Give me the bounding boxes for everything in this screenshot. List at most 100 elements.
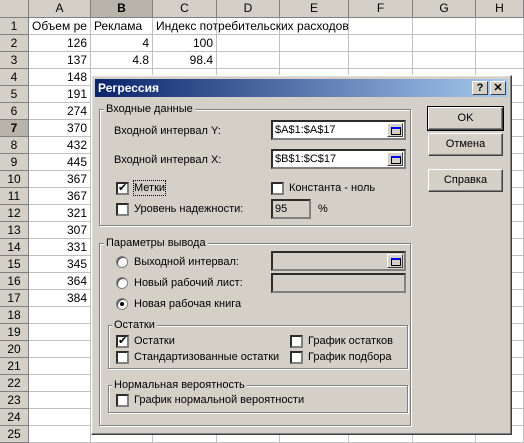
cell[interactable] [413, 52, 476, 69]
column-header-h[interactable]: H [476, 0, 524, 18]
dialog-titlebar[interactable]: Регрессия ? ✕ [95, 79, 508, 97]
fit-plot-checkbox[interactable] [290, 351, 303, 364]
help-button[interactable]: Справка [428, 169, 503, 192]
output-range-label[interactable]: Выходной интервал: [134, 255, 239, 269]
input-x-collapse-icon[interactable] [387, 152, 403, 166]
std-residuals-checkbox[interactable] [116, 351, 129, 364]
row-header[interactable]: 17 [0, 290, 29, 307]
cell[interactable]: Объем ре [29, 18, 91, 35]
cell[interactable] [29, 426, 91, 443]
cell[interactable] [349, 52, 413, 69]
cell[interactable] [413, 35, 476, 52]
ok-button[interactable]: OK [427, 106, 504, 131]
cell[interactable] [217, 35, 280, 52]
row-header[interactable]: 25 [0, 426, 29, 443]
row-header[interactable]: 12 [0, 205, 29, 222]
cell[interactable]: Реклама [91, 18, 153, 35]
cell[interactable] [29, 341, 91, 358]
cell[interactable] [29, 409, 91, 426]
input-y-field[interactable]: $A$1:$A$17 [271, 120, 406, 140]
confidence-value-field[interactable]: 95 [271, 199, 311, 219]
cell[interactable] [476, 35, 524, 52]
row-header[interactable]: 11 [0, 188, 29, 205]
column-header-f[interactable]: F [349, 0, 413, 18]
residuals-label[interactable]: Остатки [134, 334, 175, 348]
row-header[interactable]: 4 [0, 69, 29, 86]
cell[interactable]: 137 [29, 52, 91, 69]
row-header[interactable]: 20 [0, 341, 29, 358]
row-header[interactable]: 7 [0, 120, 29, 137]
row-header[interactable]: 8 [0, 137, 29, 154]
row-header[interactable]: 15 [0, 256, 29, 273]
cell[interactable] [29, 375, 91, 392]
row-header[interactable]: 13 [0, 222, 29, 239]
output-range-collapse-icon[interactable] [387, 254, 403, 268]
residuals-checkbox[interactable]: ✔ [116, 335, 129, 348]
new-sheet-radio[interactable] [116, 277, 128, 289]
close-icon[interactable]: ✕ [490, 81, 506, 95]
column-header-d[interactable]: D [217, 0, 280, 18]
constant-zero-label[interactable]: Константа - ноль [289, 181, 375, 195]
cell[interactable]: 148 [29, 69, 91, 86]
cell[interactable]: 307 [29, 222, 91, 239]
row-header[interactable]: 2 [0, 35, 29, 52]
cell[interactable]: 4.8 [91, 52, 153, 69]
row-header[interactable]: 6 [0, 103, 29, 120]
confidence-label[interactable]: Уровень надежности: [134, 202, 243, 216]
cell[interactable]: 191 [29, 86, 91, 103]
cell[interactable]: 367 [29, 171, 91, 188]
confidence-checkbox[interactable] [116, 203, 129, 216]
residual-plot-label[interactable]: График остатков [308, 334, 393, 348]
cell[interactable]: 345 [29, 256, 91, 273]
cell[interactable]: 432 [29, 137, 91, 154]
cell[interactable]: 126 [29, 35, 91, 52]
row-header[interactable]: 14 [0, 239, 29, 256]
cancel-button[interactable]: Отмена [428, 133, 503, 156]
cell[interactable] [349, 18, 413, 35]
new-book-label[interactable]: Новая рабочая книга [134, 297, 241, 311]
row-header[interactable]: 23 [0, 392, 29, 409]
row-header[interactable]: 19 [0, 324, 29, 341]
row-header[interactable]: 21 [0, 358, 29, 375]
normal-plot-checkbox[interactable] [116, 394, 129, 407]
row-header[interactable]: 22 [0, 375, 29, 392]
row-header[interactable]: 5 [0, 86, 29, 103]
cell[interactable] [29, 358, 91, 375]
cell[interactable]: 98.4 [153, 52, 217, 69]
cell[interactable] [349, 35, 413, 52]
help-question-icon[interactable]: ? [472, 81, 488, 95]
column-header-b[interactable]: B [91, 0, 153, 18]
cell[interactable] [217, 52, 280, 69]
cell[interactable] [476, 52, 524, 69]
new-sheet-field[interactable] [271, 273, 406, 293]
cell[interactable]: 384 [29, 290, 91, 307]
input-x-field[interactable]: $B$1:$C$17 [271, 149, 406, 169]
cell[interactable] [476, 18, 524, 35]
cell[interactable]: 364 [29, 273, 91, 290]
column-header-g[interactable]: G [413, 0, 476, 18]
cell[interactable]: 367 [29, 188, 91, 205]
row-header[interactable]: 16 [0, 273, 29, 290]
normal-plot-label[interactable]: График нормальной вероятности [134, 393, 304, 407]
fit-plot-label[interactable]: График подбора [308, 350, 392, 364]
cell[interactable]: 4 [91, 35, 153, 52]
new-sheet-label[interactable]: Новый рабочий лист: [134, 276, 243, 290]
cell[interactable]: 445 [29, 154, 91, 171]
row-header[interactable]: 18 [0, 307, 29, 324]
cell[interactable] [280, 52, 349, 69]
cell[interactable] [29, 392, 91, 409]
constant-zero-checkbox[interactable] [271, 182, 284, 195]
labels-checkbox[interactable]: ✔ [116, 182, 129, 195]
column-header-a[interactable]: A [29, 0, 91, 18]
row-header[interactable]: 1 [0, 18, 29, 35]
select-all-corner[interactable] [0, 0, 29, 18]
cell[interactable]: 321 [29, 205, 91, 222]
cell[interactable]: Индекс потребительских расходов [153, 18, 349, 35]
cell[interactable] [29, 324, 91, 341]
cell[interactable]: 100 [153, 35, 217, 52]
labels-checkbox-label[interactable]: Метки [132, 180, 167, 196]
row-header[interactable]: 10 [0, 171, 29, 188]
column-header-e[interactable]: E [280, 0, 349, 18]
cell[interactable] [413, 18, 476, 35]
output-range-radio[interactable] [116, 256, 128, 268]
